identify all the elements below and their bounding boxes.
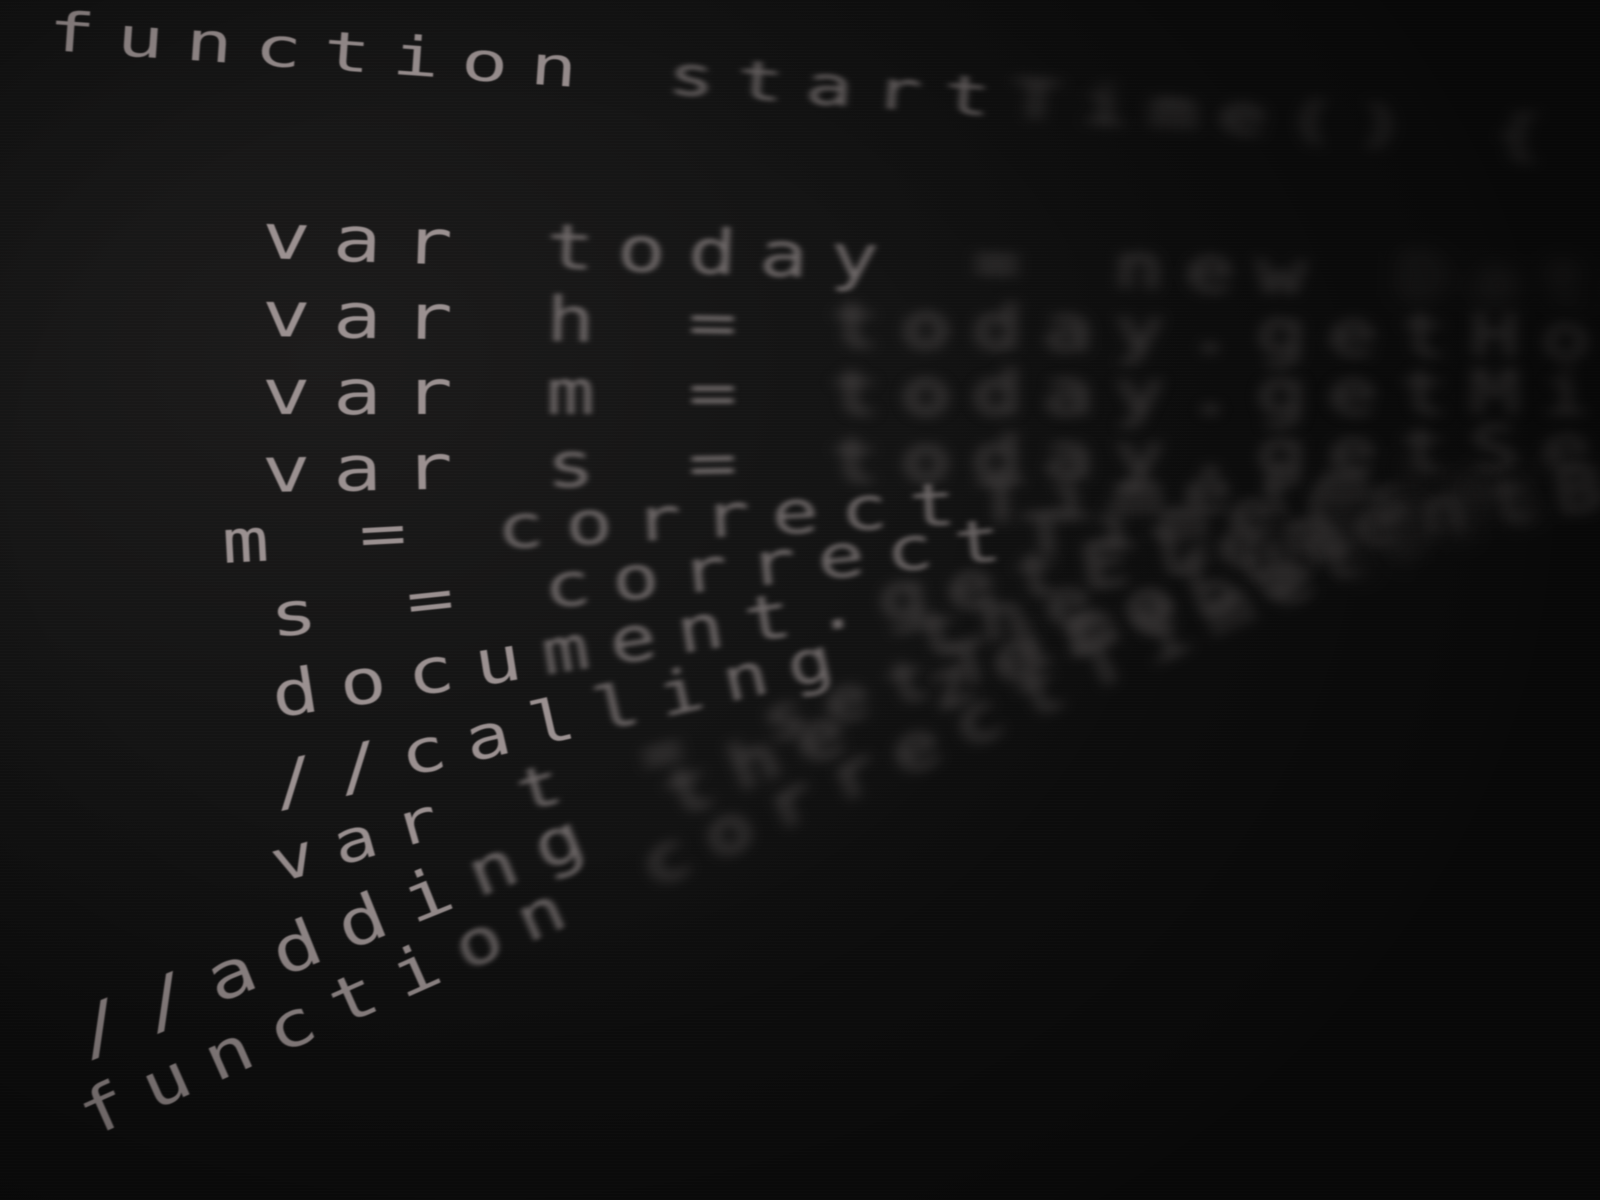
code-segment-soft: start: [596, 38, 1015, 131]
code-segment-sharp: var: [261, 278, 476, 355]
code-segment-sharp: var: [260, 200, 477, 281]
code-segment-sharp: m =: [220, 497, 430, 578]
code-segment-soft: m =: [475, 356, 831, 429]
photo-scene: function startTime() {var today = new Da…: [0, 0, 1600, 1200]
code-segment-soft: h =: [474, 281, 832, 361]
code-segment-sharp: function: [45, 0, 602, 102]
code-segment-blur: Time() {: [1010, 67, 1566, 169]
code-segment-sharp: var: [262, 356, 476, 429]
code-line: function startTime() {: [46, 0, 1566, 169]
